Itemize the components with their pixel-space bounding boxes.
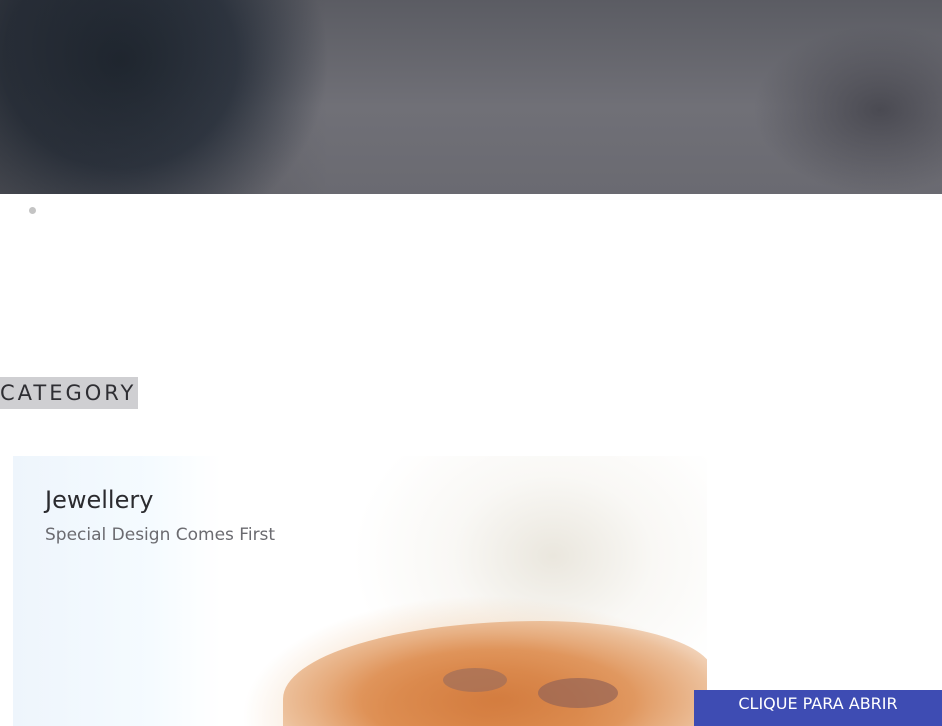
card-image-detail <box>538 678 618 708</box>
category-card-jewellery[interactable]: Jewellery Special Design Comes First <box>13 456 707 726</box>
slider-dot[interactable] <box>29 207 36 214</box>
card-title[interactable]: Jewellery <box>45 484 153 516</box>
hero-banner-image <box>0 0 942 194</box>
page: CATEGORY Jewellery Special Design Comes … <box>0 0 942 726</box>
open-button[interactable]: CLIQUE PARA ABRIR <box>694 690 942 726</box>
card-subtitle: Special Design Comes First <box>45 525 276 545</box>
card-image-detail <box>443 668 507 692</box>
category-heading: CATEGORY <box>0 377 139 409</box>
